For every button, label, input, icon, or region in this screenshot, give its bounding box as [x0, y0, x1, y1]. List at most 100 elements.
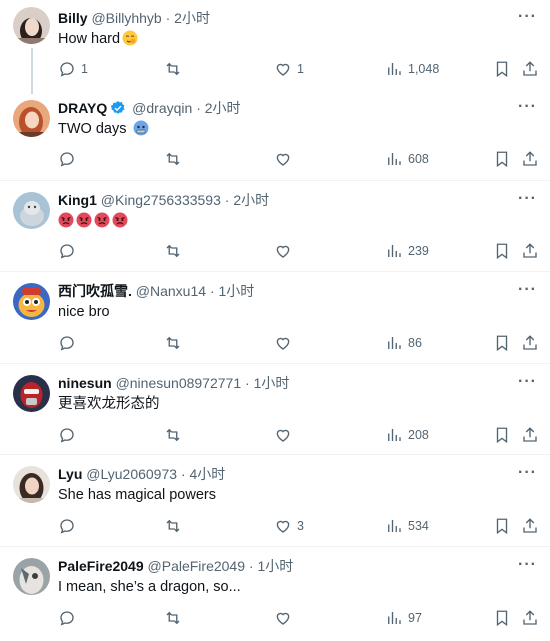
action-bar: 3 534: [58, 516, 550, 536]
reply-button[interactable]: 1: [58, 59, 88, 79]
author-name[interactable]: PaleFire2049: [58, 558, 144, 574]
retweet-button[interactable]: [164, 608, 182, 628]
timestamp[interactable]: 4小时: [190, 466, 226, 482]
share-icon: [523, 518, 537, 533]
author-name[interactable]: ninesun: [58, 375, 112, 391]
retweet-button[interactable]: [164, 241, 182, 261]
timestamp[interactable]: 2小时: [174, 10, 210, 26]
views-chart-icon: [388, 520, 401, 532]
like-button[interactable]: 1: [274, 59, 304, 79]
avatar[interactable]: [13, 558, 50, 595]
bookmark-icon: [496, 335, 508, 352]
bookmark-button[interactable]: [493, 149, 511, 169]
like-count: 1: [297, 62, 304, 76]
view-count: 97: [408, 611, 422, 625]
tweet-text: 更喜欢龙形态的: [58, 394, 160, 414]
author-handle[interactable]: @drayqin: [132, 100, 192, 116]
avatar[interactable]: [13, 7, 50, 44]
like-button[interactable]: [274, 425, 292, 445]
tweet[interactable]: King1 @King2756333593 · 2小时 ··· 239: [0, 181, 550, 272]
share-button[interactable]: [521, 516, 539, 536]
bookmark-icon: [496, 610, 508, 627]
tweet[interactable]: Lyu @Lyu2060973 · 4小时 ··· She has magica…: [0, 455, 550, 547]
action-bar: 1 1 1,048: [58, 59, 550, 79]
bookmark-icon: [496, 151, 508, 168]
timestamp[interactable]: 2小时: [233, 192, 269, 208]
author-name[interactable]: Billy: [58, 10, 88, 26]
tweet-text: She has magical powers: [58, 485, 216, 505]
more-options-icon[interactable]: ···: [518, 9, 536, 30]
author-name[interactable]: DRAYQ: [58, 100, 107, 116]
timestamp[interactable]: 2小时: [205, 100, 241, 116]
bookmark-button[interactable]: [493, 516, 511, 536]
more-options-icon[interactable]: ···: [518, 191, 536, 212]
more-options-icon[interactable]: ···: [518, 374, 536, 395]
avatar[interactable]: [13, 466, 50, 503]
reply-button[interactable]: [58, 149, 76, 169]
timestamp[interactable]: 1小时: [257, 558, 293, 574]
bookmark-button[interactable]: [493, 59, 511, 79]
author-handle[interactable]: @King2756333593: [101, 192, 221, 208]
tweet-text: How hard: [58, 29, 138, 52]
like-button[interactable]: [274, 333, 292, 353]
reply-button[interactable]: [58, 241, 76, 261]
more-options-icon[interactable]: ···: [518, 99, 536, 120]
avatar[interactable]: [13, 100, 50, 137]
views-button[interactable]: 534: [385, 516, 429, 536]
author-handle[interactable]: @ninesun08972771: [116, 375, 242, 391]
more-options-icon[interactable]: ···: [518, 557, 536, 578]
share-button[interactable]: [521, 59, 539, 79]
like-button[interactable]: [274, 241, 292, 261]
avatar[interactable]: [13, 192, 50, 229]
more-options-icon[interactable]: ···: [518, 465, 536, 486]
share-button[interactable]: [521, 608, 539, 628]
author-handle[interactable]: @Nanxu14: [136, 283, 206, 299]
bookmark-button[interactable]: [493, 425, 511, 445]
retweet-button[interactable]: [164, 59, 182, 79]
cold-face-emoji: [133, 120, 149, 142]
author-name[interactable]: Lyu: [58, 466, 82, 482]
author-handle[interactable]: @Lyu2060973: [86, 466, 177, 482]
share-button[interactable]: [521, 425, 539, 445]
reply-button[interactable]: [58, 333, 76, 353]
author-name[interactable]: 西门吹孤雪.: [58, 283, 132, 299]
avatar[interactable]: [13, 375, 50, 412]
timestamp[interactable]: 1小时: [254, 375, 290, 391]
share-button[interactable]: [521, 149, 539, 169]
bookmark-button[interactable]: [493, 241, 511, 261]
views-button[interactable]: 1,048: [385, 59, 439, 79]
avatar[interactable]: [13, 283, 50, 320]
views-button[interactable]: 86: [385, 333, 422, 353]
retweet-button[interactable]: [164, 149, 182, 169]
reply-button[interactable]: [58, 516, 76, 536]
reply-button[interactable]: [58, 608, 76, 628]
views-button[interactable]: 208: [385, 425, 429, 445]
share-button[interactable]: [521, 241, 539, 261]
reply-count: 1: [81, 62, 88, 76]
retweet-button[interactable]: [164, 333, 182, 353]
like-button[interactable]: 3: [274, 516, 304, 536]
author-handle[interactable]: @PaleFire2049: [148, 558, 246, 574]
more-options-icon[interactable]: ···: [518, 282, 536, 303]
tweet-text-content: TWO days: [58, 121, 127, 137]
reply-button[interactable]: [58, 425, 76, 445]
views-button[interactable]: 97: [385, 608, 422, 628]
bookmark-button[interactable]: [493, 333, 511, 353]
views-button[interactable]: 239: [385, 241, 429, 261]
timestamp[interactable]: 1小时: [219, 283, 255, 299]
tweet[interactable]: 西门吹孤雪. @Nanxu14 · 1小时 ··· nice bro 86: [0, 272, 550, 364]
tweet[interactable]: Billy @Billyhhyb · 2小时 ··· How hard 1 1 …: [0, 0, 550, 94]
thread-line: [31, 48, 33, 94]
bookmark-button[interactable]: [493, 608, 511, 628]
like-button[interactable]: [274, 149, 292, 169]
views-button[interactable]: 608: [385, 149, 429, 169]
tweet[interactable]: DRAYQ @drayqin · 2小时 ··· TWO days 608: [0, 90, 550, 181]
author-name[interactable]: King1: [58, 192, 97, 208]
like-button[interactable]: [274, 608, 292, 628]
tweet[interactable]: PaleFire2049 @PaleFire2049 · 1小时 ··· I m…: [0, 547, 550, 641]
retweet-button[interactable]: [164, 516, 182, 536]
retweet-button[interactable]: [164, 425, 182, 445]
tweet[interactable]: ninesun @ninesun08972771 · 1小时 ··· 更喜欢龙形…: [0, 364, 550, 455]
author-handle[interactable]: @Billyhhyb: [91, 10, 161, 26]
share-button[interactable]: [521, 333, 539, 353]
